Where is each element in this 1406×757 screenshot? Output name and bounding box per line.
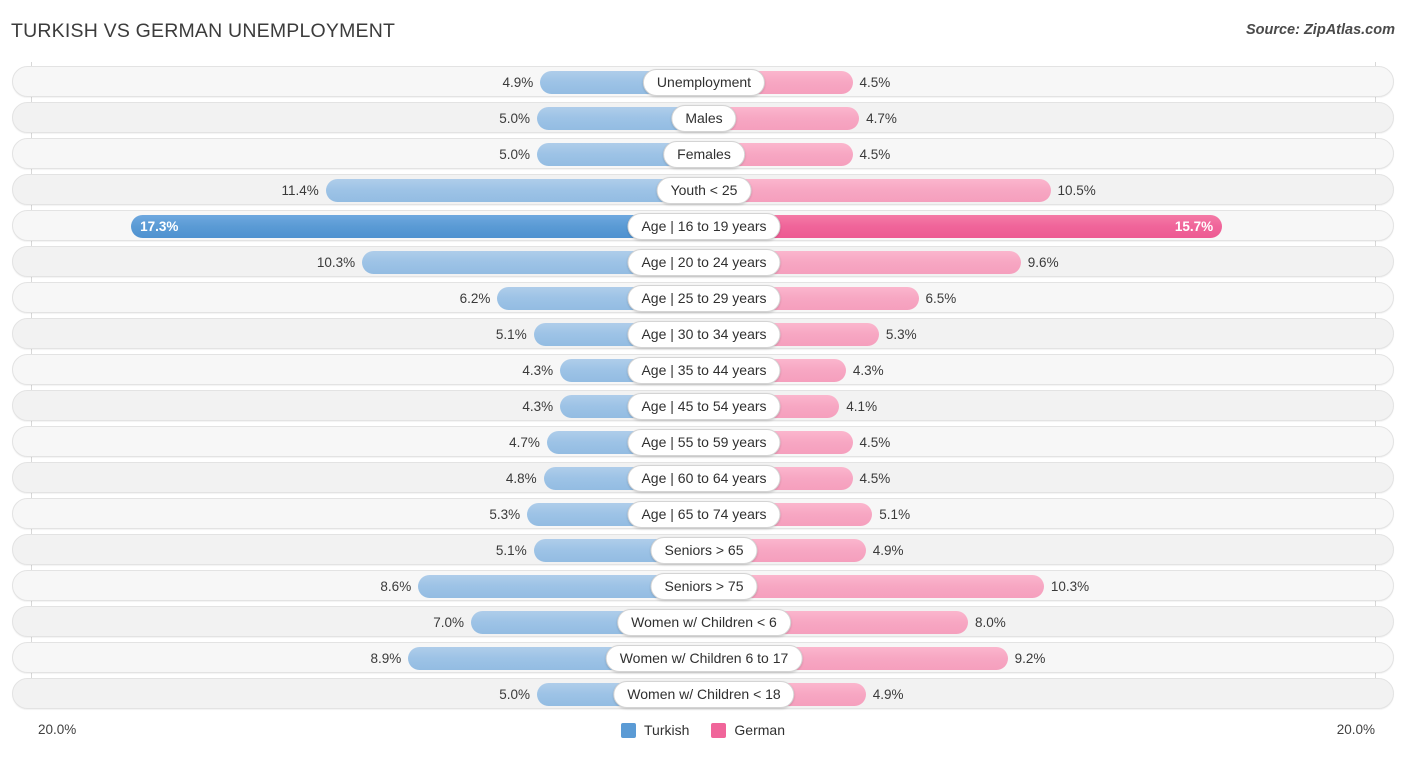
chart-row[interactable]: 5.3% 5.1% Age | 65 to 74 years — [12, 498, 1394, 529]
row-category-label[interactable]: Unemployment — [642, 69, 766, 96]
row-category-label[interactable]: Youth < 25 — [656, 177, 752, 204]
chart-row[interactable]: 4.3% 4.1% Age | 45 to 54 years — [12, 390, 1394, 421]
row-category-label[interactable]: Age | 16 to 19 years — [627, 213, 781, 240]
value-label-turkish: 5.0% — [499, 687, 530, 702]
value-label-turkish: 4.8% — [505, 471, 537, 486]
value-label-german: 10.3% — [1050, 579, 1090, 594]
value-label-turkish: 5.0% — [499, 111, 530, 126]
chart-row[interactable]: 5.0% 4.5% Females — [12, 138, 1394, 169]
chart-row[interactable]: 10.3% 9.6% Age | 20 to 24 years — [12, 246, 1394, 277]
row-category-label[interactable]: Women w/ Children 6 to 17 — [605, 645, 803, 672]
value-label-turkish: 5.1% — [495, 327, 527, 342]
value-label-turkish: 4.7% — [509, 435, 540, 450]
value-label-turkish: 4.3% — [522, 363, 554, 378]
bar-turkish — [325, 179, 702, 202]
chart-row[interactable]: 7.0% 8.0% Women w/ Children < 6 — [12, 606, 1394, 637]
row-category-label[interactable]: Age | 25 to 29 years — [627, 285, 781, 312]
page-title: TURKISH VS GERMAN UNEMPLOYMENT — [11, 20, 396, 42]
value-label-german: 4.5% — [859, 147, 891, 162]
bar-german — [704, 215, 1223, 238]
chart-row[interactable]: 6.2% 6.5% Age | 25 to 29 years — [12, 282, 1394, 313]
value-label-turkish: 17.3% — [140, 219, 179, 234]
bar-turkish — [131, 215, 702, 238]
row-category-label[interactable]: Females — [663, 141, 745, 168]
value-label-turkish: 8.6% — [380, 579, 412, 594]
legend-label-turkish: Turkish — [644, 722, 690, 738]
bar-german — [704, 179, 1051, 202]
value-label-german: 8.0% — [975, 615, 1006, 630]
value-label-german: 4.3% — [852, 363, 884, 378]
legend-item-turkish[interactable]: Turkish — [621, 722, 689, 738]
row-category-label[interactable]: Seniors > 65 — [650, 537, 758, 564]
chart-row[interactable]: 5.0% 4.7% Males — [12, 102, 1394, 133]
value-label-german: 9.2% — [1014, 651, 1046, 666]
value-label-german: 4.9% — [872, 687, 904, 702]
legend-swatch-turkish — [621, 722, 637, 738]
value-label-german: 4.5% — [859, 435, 891, 450]
chart-page: TURKISH VS GERMAN UNEMPLOYMENT Source: Z… — [0, 0, 1406, 757]
chart-row[interactable]: 8.9% 9.2% Women w/ Children 6 to 17 — [12, 642, 1394, 673]
chart-legend: Turkish German — [0, 722, 1406, 738]
value-label-german: 4.9% — [872, 543, 904, 558]
value-label-german: 4.7% — [866, 111, 897, 126]
value-label-turkish: 5.3% — [489, 507, 521, 522]
chart-row[interactable]: 5.1% 4.9% Seniors > 65 — [12, 534, 1394, 565]
value-label-turkish: 10.3% — [316, 255, 356, 270]
value-label-turkish: 5.1% — [495, 543, 527, 558]
value-label-german: 4.5% — [859, 75, 891, 90]
value-label-german: 4.5% — [859, 471, 891, 486]
source-attribution: Source: ZipAtlas.com — [1245, 22, 1395, 38]
value-label-turkish: 8.9% — [370, 651, 402, 666]
value-label-turkish: 6.2% — [459, 291, 491, 306]
axis-label-right: 20.0% — [1336, 722, 1375, 737]
axis-label-left: 20.0% — [38, 722, 77, 737]
value-label-turkish: 5.0% — [499, 147, 530, 162]
row-category-label[interactable]: Seniors > 75 — [650, 573, 758, 600]
value-label-german: 5.1% — [879, 507, 911, 522]
row-category-label[interactable]: Age | 30 to 34 years — [627, 321, 781, 348]
value-label-german: 10.5% — [1057, 183, 1096, 198]
value-label-turkish: 11.4% — [281, 183, 319, 198]
legend-swatch-german — [711, 722, 727, 738]
row-category-label[interactable]: Age | 35 to 44 years — [627, 357, 781, 384]
value-label-german: 15.7% — [1174, 219, 1214, 234]
value-label-turkish: 7.0% — [433, 615, 464, 630]
chart-row[interactable]: 17.3% 15.7% Age | 16 to 19 years — [12, 210, 1394, 241]
value-label-german: 9.6% — [1027, 255, 1059, 270]
row-category-label[interactable]: Age | 55 to 59 years — [627, 429, 781, 456]
row-category-label[interactable]: Males — [671, 105, 737, 132]
legend-item-german[interactable]: German — [711, 722, 785, 738]
value-label-german: 6.5% — [925, 291, 957, 306]
value-label-turkish: 4.9% — [502, 75, 534, 90]
legend-label-german: German — [734, 722, 785, 738]
chart-row[interactable]: 4.9% 4.5% Unemployment — [12, 66, 1394, 97]
value-label-german: 4.1% — [846, 399, 878, 414]
chart-row[interactable]: 11.4% 10.5% Youth < 25 — [12, 174, 1394, 205]
chart-row[interactable]: 4.8% 4.5% Age | 60 to 64 years — [12, 462, 1394, 493]
row-category-label[interactable]: Age | 60 to 64 years — [627, 465, 781, 492]
chart-plot-area: 4.9% 4.5% Unemployment 5.0% 4.7% Males 5.0% 4.5… — [0, 62, 1406, 715]
chart-row[interactable]: 4.7% 4.5% Age | 55 to 59 years — [12, 426, 1394, 457]
chart-row[interactable]: 4.3% 4.3% Age | 35 to 44 years — [12, 354, 1394, 385]
chart-row[interactable]: 5.0% 4.9% Women w/ Children < 18 — [12, 678, 1394, 709]
row-category-label[interactable]: Age | 45 to 54 years — [627, 393, 781, 420]
chart-row[interactable]: 5.1% 5.3% Age | 30 to 34 years — [12, 318, 1394, 349]
row-category-label[interactable]: Age | 65 to 74 years — [627, 501, 781, 528]
chart-row[interactable]: 8.6% 10.3% Seniors > 75 — [12, 570, 1394, 601]
row-category-label[interactable]: Women w/ Children < 18 — [613, 681, 795, 708]
row-category-label[interactable]: Age | 20 to 24 years — [627, 249, 781, 276]
row-category-label[interactable]: Women w/ Children < 6 — [617, 609, 791, 636]
value-label-german: 5.3% — [885, 327, 917, 342]
value-label-turkish: 4.3% — [522, 399, 554, 414]
